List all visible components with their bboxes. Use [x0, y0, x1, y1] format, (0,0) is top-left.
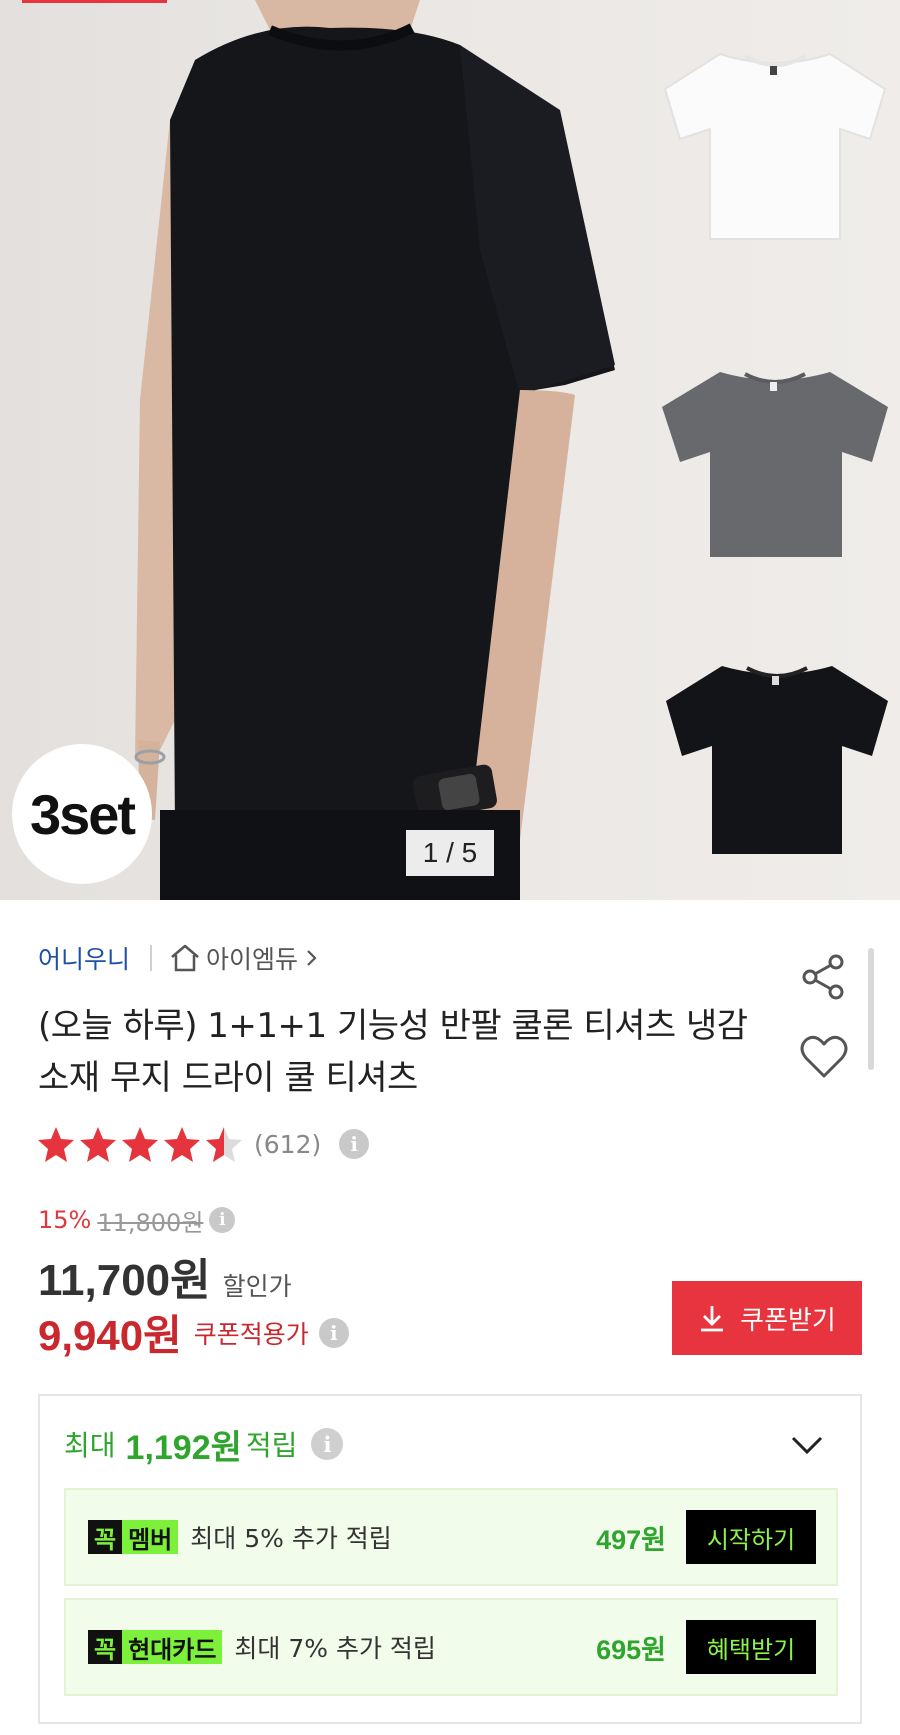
reward-prefix: 최대: [64, 1429, 116, 1462]
start-button-label: 시작하기: [706, 1525, 796, 1554]
heart-icon[interactable]: [800, 1034, 848, 1080]
badge-name: 현대카드: [122, 1630, 223, 1664]
brand-link[interactable]: 어니우니: [38, 940, 130, 976]
coupon-price: 9,940원: [38, 1312, 182, 1359]
benefit-amount: 497원: [596, 1524, 666, 1555]
badge-kk: 꼭: [88, 1630, 123, 1664]
card-benefit-row: 꼭 현대카드 최대 7% 추가 적립 695원 혜택받기: [64, 1598, 838, 1696]
badge-name: 멤버: [122, 1520, 179, 1554]
badge-kk: 꼭: [88, 1520, 123, 1554]
image-page-counter: 1 / 5: [406, 830, 494, 876]
chevron-down-icon[interactable]: [790, 1434, 824, 1456]
page-counter-text: 1 / 5: [422, 837, 478, 868]
start-button[interactable]: 시작하기: [686, 1510, 816, 1564]
benefit-amount: 695원: [596, 1634, 666, 1665]
get-benefit-button[interactable]: 혜택받기: [686, 1620, 816, 1674]
benefit-description: 최대 5% 추가 적립: [190, 1524, 392, 1553]
white-tshirt-thumbnail: [663, 52, 887, 240]
card-badge: 꼭 현대카드: [88, 1630, 223, 1664]
sale-price-row: 11,700원 할인가: [38, 1244, 292, 1308]
reward-points-box: 최대 1,192원 적립 i 꼭 멤버 최대 5% 추가 적립 497원 시작하…: [38, 1394, 862, 1724]
divider: [150, 945, 153, 971]
product-title: (오늘 하루) 1+1+1 기능성 반팔 쿨론 티셔츠 냉감소재 무지 드라이 …: [38, 1006, 748, 1098]
info-icon[interactable]: i: [311, 1428, 344, 1460]
info-icon[interactable]: i: [339, 1129, 370, 1159]
store-link[interactable]: 아이엠듀: [206, 940, 298, 976]
member-badge: 꼭 멤버: [88, 1520, 179, 1554]
get-coupon-button[interactable]: 쿠폰받기: [672, 1281, 862, 1355]
get-benefit-label: 혜택받기: [706, 1635, 796, 1664]
scrollbar[interactable]: [868, 948, 874, 1070]
reward-suffix: 적립: [245, 1429, 298, 1462]
set-count-badge: 3set: [12, 744, 152, 884]
home-icon: [171, 944, 199, 972]
star-full-icon: [164, 1127, 200, 1162]
set-count-text: 3set: [29, 782, 136, 846]
info-icon[interactable]: i: [318, 1317, 349, 1348]
get-coupon-label: 쿠폰받기: [740, 1305, 836, 1336]
product-image-carousel[interactable]: 3set 1 / 5: [0, 0, 900, 900]
star-full-icon: [122, 1127, 158, 1162]
star-full-icon: [80, 1127, 116, 1162]
sale-price: 11,700원: [38, 1256, 211, 1305]
star-half-icon: [206, 1127, 242, 1162]
reward-header[interactable]: 최대 1,192원 적립 i: [64, 1422, 344, 1467]
member-benefit-row: 꼭 멤버 최대 5% 추가 적립 497원 시작하기: [64, 1488, 838, 1586]
gray-tshirt-thumbnail: [662, 372, 888, 557]
star-rating: [36, 1124, 246, 1164]
chevron-right-icon: [307, 950, 317, 966]
coupon-price-label: 쿠폰적용가: [193, 1319, 309, 1349]
share-icon[interactable]: [798, 952, 848, 1002]
black-tshirt-thumbnail: [666, 666, 888, 854]
review-count[interactable]: (612): [254, 1130, 321, 1159]
benefit-description: 최대 7% 추가 적립: [234, 1634, 436, 1663]
download-icon: [701, 1306, 724, 1332]
sale-price-label: 할인가: [222, 1272, 292, 1301]
reward-max-amount: 1,192원: [125, 1428, 242, 1467]
coupon-price-row: 9,940원 쿠폰적용가 i: [38, 1302, 349, 1363]
rating-row[interactable]: (612) i: [36, 1124, 370, 1164]
original-price: 11,800원: [97, 1208, 204, 1237]
star-full-icon: [38, 1127, 74, 1162]
discount-percent: 15%: [38, 1206, 92, 1234]
seller-row: 어니우니 아이엠듀: [38, 940, 318, 976]
info-icon[interactable]: i: [209, 1207, 236, 1233]
discount-row: 15% 11,800원 i: [38, 1204, 236, 1237]
